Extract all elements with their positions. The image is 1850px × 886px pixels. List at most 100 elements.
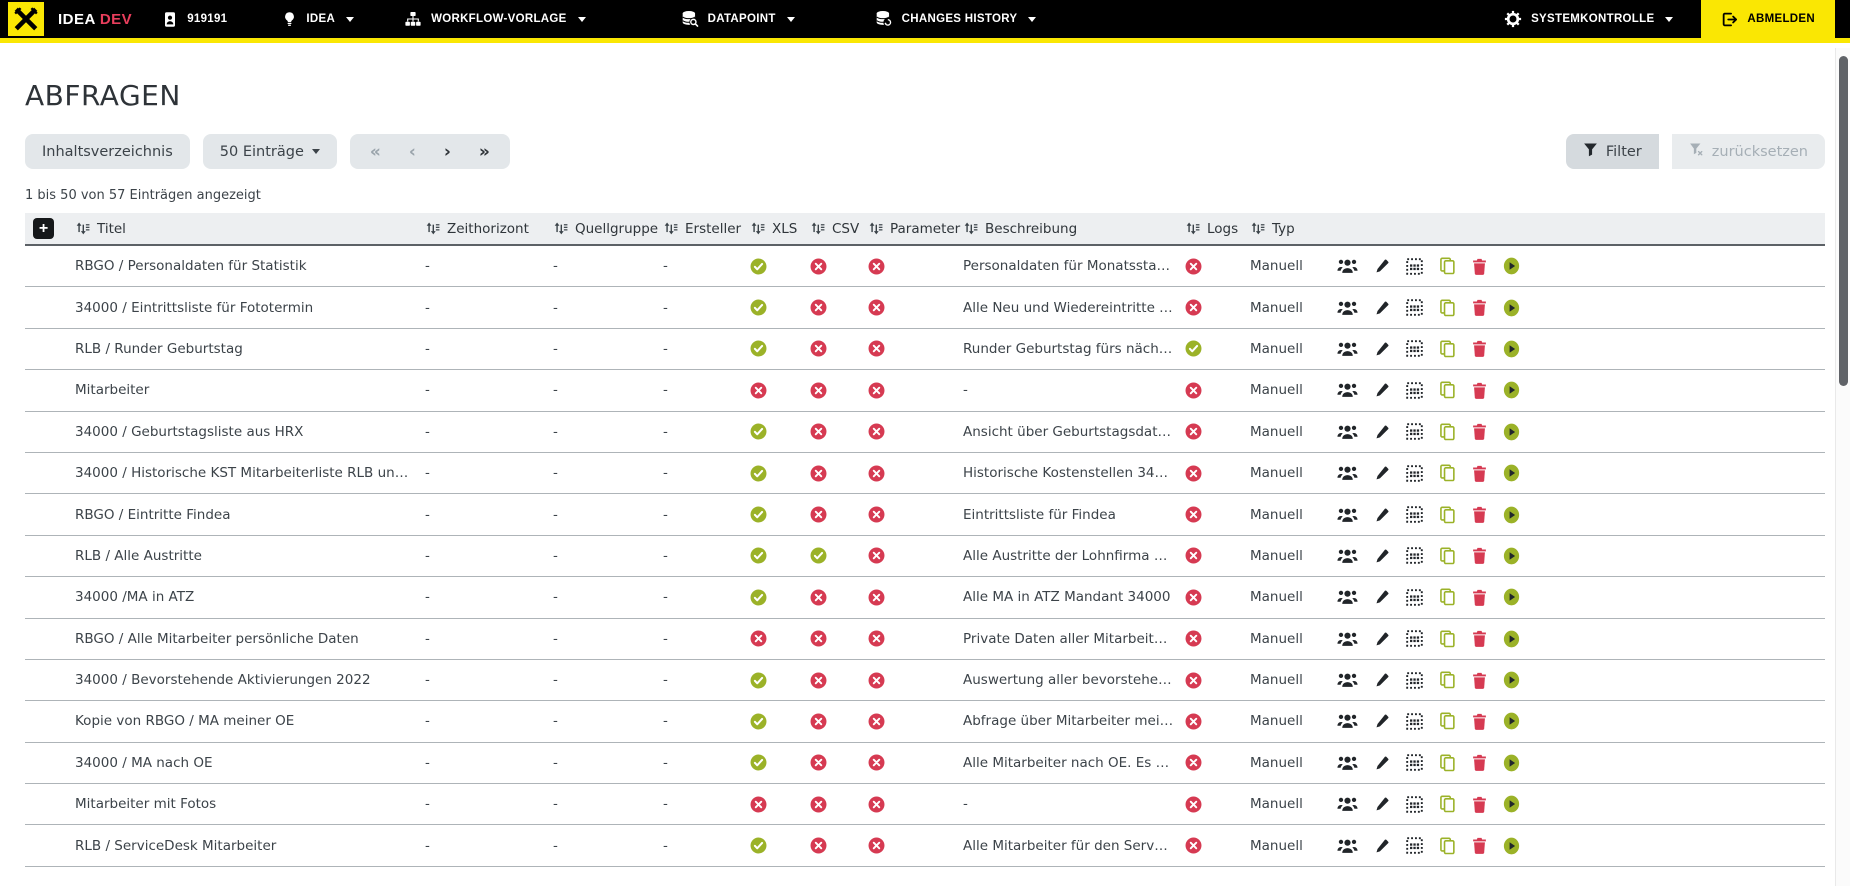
column-header-titel[interactable]: Titel (75, 221, 425, 237)
sort-icon[interactable] (425, 221, 440, 236)
run-button[interactable] (1503, 423, 1520, 441)
copy-button[interactable] (1439, 588, 1456, 606)
assign-users-button[interactable] (1337, 424, 1358, 440)
run-button[interactable] (1503, 837, 1520, 855)
run-button[interactable] (1503, 381, 1520, 399)
run-button[interactable] (1503, 299, 1520, 317)
copy-button[interactable] (1439, 630, 1456, 648)
column-header-csv[interactable]: CSV (810, 221, 868, 237)
assign-users-button[interactable] (1337, 382, 1358, 398)
raiffeisen-logo[interactable] (8, 2, 44, 36)
column-header-zeithorizont[interactable]: Zeithorizont (425, 221, 553, 237)
delete-button[interactable] (1472, 299, 1487, 316)
logout-button[interactable]: ABMELDEN (1701, 0, 1835, 38)
grid-button[interactable] (1406, 340, 1423, 357)
assign-users-button[interactable] (1337, 589, 1358, 605)
run-button[interactable] (1503, 754, 1520, 772)
delete-button[interactable] (1472, 589, 1487, 606)
vertical-scrollbar[interactable] (1835, 48, 1850, 886)
nav-item-changes-history[interactable]: CHANGES HISTORY (875, 10, 1037, 28)
assign-users-button[interactable] (1337, 548, 1358, 564)
grid-button[interactable] (1406, 589, 1423, 606)
sort-icon[interactable] (750, 221, 765, 236)
column-header-typ[interactable]: Typ (1250, 221, 1325, 237)
copy-button[interactable] (1439, 299, 1456, 317)
sort-icon[interactable] (868, 221, 883, 236)
grid-button[interactable] (1406, 382, 1423, 399)
copy-button[interactable] (1439, 257, 1456, 275)
nav-item-datapoint[interactable]: DATAPOINT (681, 10, 795, 28)
delete-button[interactable] (1472, 837, 1487, 854)
assign-users-button[interactable] (1337, 507, 1358, 523)
edit-button[interactable] (1374, 465, 1390, 481)
delete-button[interactable] (1472, 672, 1487, 689)
sort-icon[interactable] (1250, 221, 1265, 236)
run-button[interactable] (1503, 630, 1520, 648)
assign-users-button[interactable] (1337, 341, 1358, 357)
run-button[interactable] (1503, 588, 1520, 606)
assign-users-button[interactable] (1337, 465, 1358, 481)
copy-button[interactable] (1439, 837, 1456, 855)
entries-per-page-dropdown[interactable]: 50 Einträge (203, 134, 337, 169)
edit-button[interactable] (1374, 713, 1390, 729)
sort-icon[interactable] (1185, 221, 1200, 236)
app-brand[interactable]: IDEADEV (58, 11, 132, 28)
nav-item-idea[interactable]: IDEA (282, 11, 354, 28)
delete-button[interactable] (1472, 713, 1487, 730)
column-header-parameter[interactable]: Parameter (868, 221, 963, 237)
edit-button[interactable] (1374, 507, 1390, 523)
grid-button[interactable] (1406, 299, 1423, 316)
column-header-logs[interactable]: Logs (1185, 221, 1250, 237)
copy-button[interactable] (1439, 506, 1456, 524)
assign-users-button[interactable] (1337, 838, 1358, 854)
sort-icon[interactable] (810, 221, 825, 236)
nav-item-systemkontrolle[interactable]: SYSTEMKONTROLLE (1504, 10, 1673, 28)
copy-button[interactable] (1439, 464, 1456, 482)
assign-users-button[interactable] (1337, 713, 1358, 729)
edit-button[interactable] (1374, 589, 1390, 605)
delete-button[interactable] (1472, 382, 1487, 399)
pagination-prev[interactable]: ‹ (395, 142, 430, 162)
grid-button[interactable] (1406, 754, 1423, 771)
grid-button[interactable] (1406, 713, 1423, 730)
column-header-beschreibung[interactable]: Beschreibung (963, 221, 1185, 237)
sort-icon[interactable] (553, 221, 568, 236)
delete-button[interactable] (1472, 630, 1487, 647)
nav-item-workflow-vorlage[interactable]: WORKFLOW-VORLAGE (404, 11, 586, 27)
column-header-xls[interactable]: XLS (750, 221, 810, 237)
sort-icon[interactable] (963, 221, 978, 236)
run-button[interactable] (1503, 506, 1520, 524)
edit-button[interactable] (1374, 300, 1390, 316)
edit-button[interactable] (1374, 796, 1390, 812)
assign-users-button[interactable] (1337, 796, 1358, 812)
edit-button[interactable] (1374, 631, 1390, 647)
edit-button[interactable] (1374, 548, 1390, 564)
delete-button[interactable] (1472, 465, 1487, 482)
delete-button[interactable] (1472, 506, 1487, 523)
assign-users-button[interactable] (1337, 672, 1358, 688)
run-button[interactable] (1503, 671, 1520, 689)
edit-button[interactable] (1374, 672, 1390, 688)
add-query-button[interactable]: + (33, 218, 54, 239)
contents-button[interactable]: Inhaltsverzeichnis (25, 134, 190, 169)
edit-button[interactable] (1374, 341, 1390, 357)
assign-users-button[interactable] (1337, 631, 1358, 647)
copy-button[interactable] (1439, 547, 1456, 565)
copy-button[interactable] (1439, 340, 1456, 358)
edit-button[interactable] (1374, 755, 1390, 771)
grid-button[interactable] (1406, 837, 1423, 854)
grid-button[interactable] (1406, 258, 1423, 275)
delete-button[interactable] (1472, 258, 1487, 275)
run-button[interactable] (1503, 547, 1520, 565)
grid-button[interactable] (1406, 672, 1423, 689)
grid-button[interactable] (1406, 547, 1423, 564)
delete-button[interactable] (1472, 547, 1487, 564)
copy-button[interactable] (1439, 712, 1456, 730)
grid-button[interactable] (1406, 506, 1423, 523)
assign-users-button[interactable] (1337, 300, 1358, 316)
grid-button[interactable] (1406, 465, 1423, 482)
edit-button[interactable] (1374, 424, 1390, 440)
pagination-last[interactable]: » (465, 142, 504, 162)
pagination-next[interactable]: › (430, 142, 465, 162)
run-button[interactable] (1503, 340, 1520, 358)
